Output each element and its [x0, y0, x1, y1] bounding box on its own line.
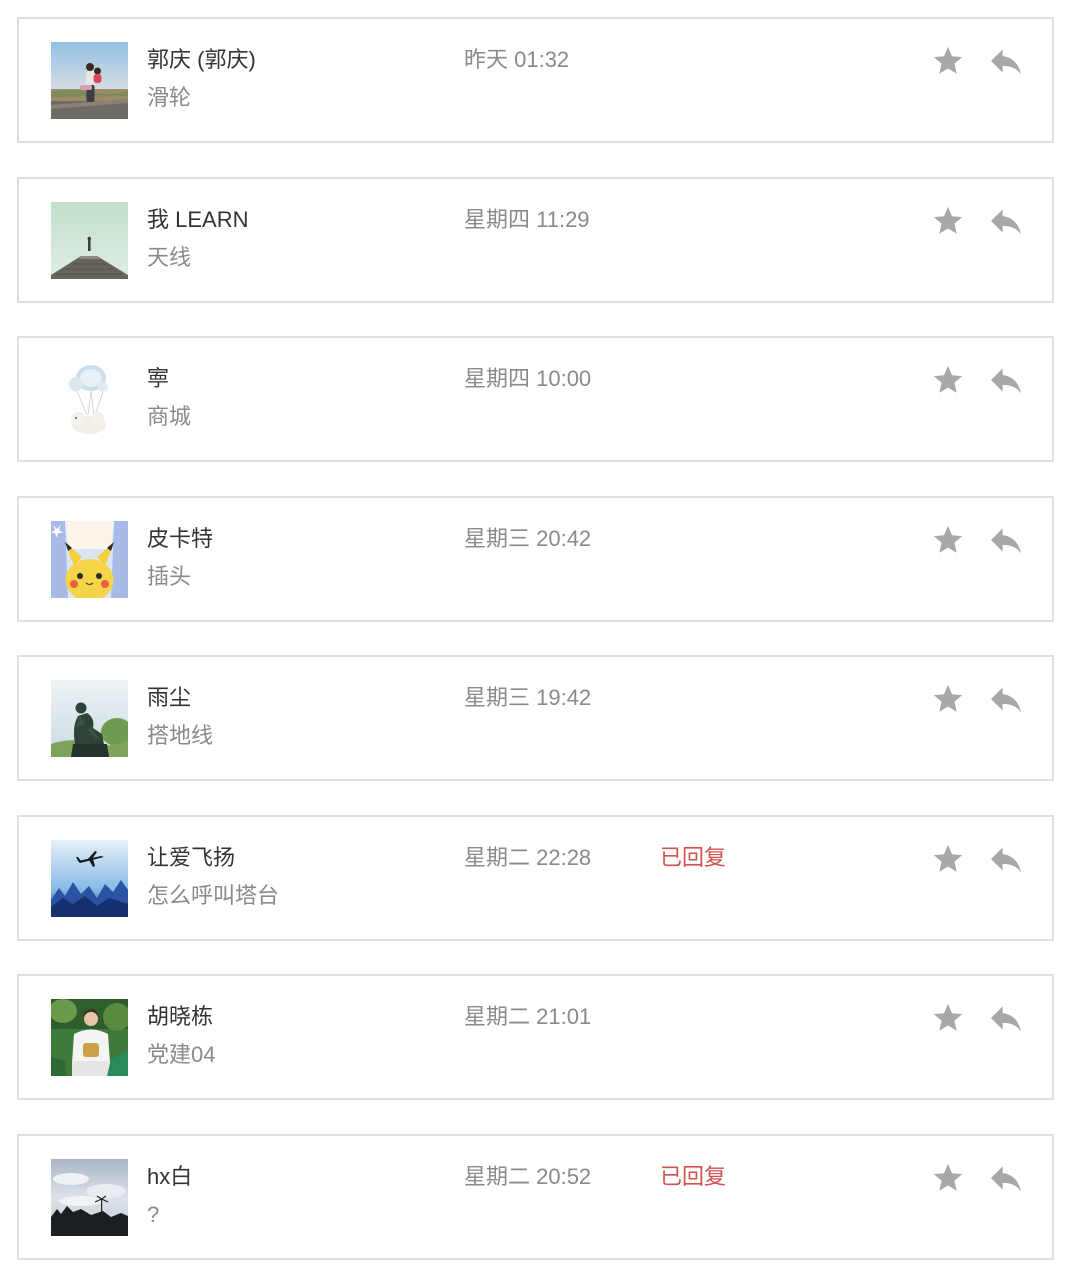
reply-icon [991, 1006, 1021, 1032]
avatar-image [51, 42, 128, 119]
avatar-image [51, 361, 128, 439]
sender-name: 胡晓栋 [147, 1004, 214, 1030]
star-button[interactable] [931, 1161, 965, 1195]
message-content: 党建04 [147, 1042, 216, 1068]
sender-name: 让爱飞扬 [147, 844, 236, 870]
avatar-image [51, 1158, 128, 1236]
avatar-image [51, 839, 128, 917]
reply-button[interactable] [986, 201, 1026, 241]
message-time: 星期四 11:29 [464, 206, 590, 232]
star-icon [933, 46, 963, 74]
star-icon [933, 1163, 963, 1191]
sender-name: 郭庆 (郭庆) [147, 47, 256, 72]
star-button[interactable] [931, 1001, 965, 1035]
replied-status: 已回复 [660, 1163, 727, 1189]
star-button[interactable] [931, 842, 965, 876]
star-button[interactable] [931, 204, 965, 238]
message-content: ? [147, 1201, 160, 1227]
message-time: 星期二 20:52 [464, 1163, 592, 1189]
avatar-image [51, 201, 128, 279]
avatar[interactable] [51, 999, 128, 1077]
avatar[interactable] [51, 680, 128, 758]
reply-button[interactable] [986, 679, 1026, 719]
star-icon [933, 844, 963, 872]
star-icon [933, 525, 963, 553]
star-icon [933, 206, 963, 234]
star-button[interactable] [931, 363, 965, 397]
reply-button[interactable] [986, 998, 1026, 1038]
reply-icon [991, 49, 1021, 75]
message-item[interactable]: hx白 星期二 20:52 已回复 ? [17, 1133, 1054, 1260]
avatar[interactable] [51, 1158, 128, 1236]
message-item[interactable]: 让爱飞扬 星期二 22:28 已回复 怎么呼叫塔台 [17, 814, 1054, 941]
star-button[interactable] [931, 44, 965, 78]
reply-button[interactable] [986, 41, 1026, 81]
avatar-image [51, 999, 128, 1077]
message-time: 昨天 01:32 [464, 47, 570, 72]
message-content: 天线 [147, 244, 192, 270]
message-item[interactable]: 郭庆 (郭庆) 昨天 01:32 滑轮 [17, 17, 1054, 143]
message-item[interactable]: 雨尘 星期三 19:42 搭地线 [17, 655, 1054, 782]
message-item[interactable]: 胡晓栋 星期二 21:01 党建04 [17, 974, 1054, 1101]
reply-button[interactable] [986, 1158, 1026, 1198]
avatar[interactable] [51, 520, 128, 598]
reply-icon [991, 528, 1021, 554]
message-content: 怎么呼叫塔台 [147, 882, 280, 908]
reply-icon [991, 847, 1021, 873]
message-content: 商城 [147, 404, 192, 430]
sender-name: hx白 [147, 1163, 193, 1189]
message-content: 滑轮 [147, 85, 192, 110]
replied-status: 已回复 [660, 844, 727, 870]
reply-icon [991, 1166, 1021, 1192]
star-button[interactable] [931, 682, 965, 716]
star-icon [933, 365, 963, 393]
message-content: 搭地线 [147, 723, 214, 749]
sender-name: 皮卡特 [147, 525, 214, 551]
avatar-image [51, 680, 128, 758]
message-time: 星期二 22:28 [464, 844, 592, 870]
avatar[interactable] [51, 201, 128, 279]
avatar[interactable] [51, 361, 128, 439]
sender-name: 雨尘 [147, 685, 192, 711]
reply-icon [991, 368, 1021, 394]
message-item[interactable]: 寕 星期四 10:00 商城 [17, 336, 1054, 463]
star-button[interactable] [931, 523, 965, 557]
message-time: 星期三 20:42 [464, 525, 592, 551]
reply-button[interactable] [986, 360, 1026, 400]
avatar[interactable] [51, 42, 128, 119]
sender-name: 寕 [147, 366, 170, 392]
reply-icon [991, 208, 1021, 234]
message-item[interactable]: 皮卡特 星期三 20:42 插头 [17, 495, 1054, 622]
star-icon [933, 1004, 963, 1032]
message-list: 郭庆 (郭庆) 昨天 01:32 滑轮 我 LEARN 星期四 11:29 天线… [17, 17, 1054, 1260]
message-content: 插头 [147, 563, 192, 589]
star-icon [933, 685, 963, 712]
reply-button[interactable] [986, 839, 1026, 879]
message-time: 星期三 19:42 [464, 685, 592, 711]
avatar[interactable] [51, 839, 128, 917]
reply-button[interactable] [986, 520, 1026, 560]
sender-name: 我 LEARN [147, 206, 249, 232]
message-time: 星期四 10:00 [464, 366, 592, 392]
message-time: 星期二 21:01 [464, 1004, 592, 1030]
message-item[interactable]: 我 LEARN 星期四 11:29 天线 [17, 176, 1054, 303]
reply-icon [991, 687, 1021, 713]
avatar-image [51, 520, 128, 598]
